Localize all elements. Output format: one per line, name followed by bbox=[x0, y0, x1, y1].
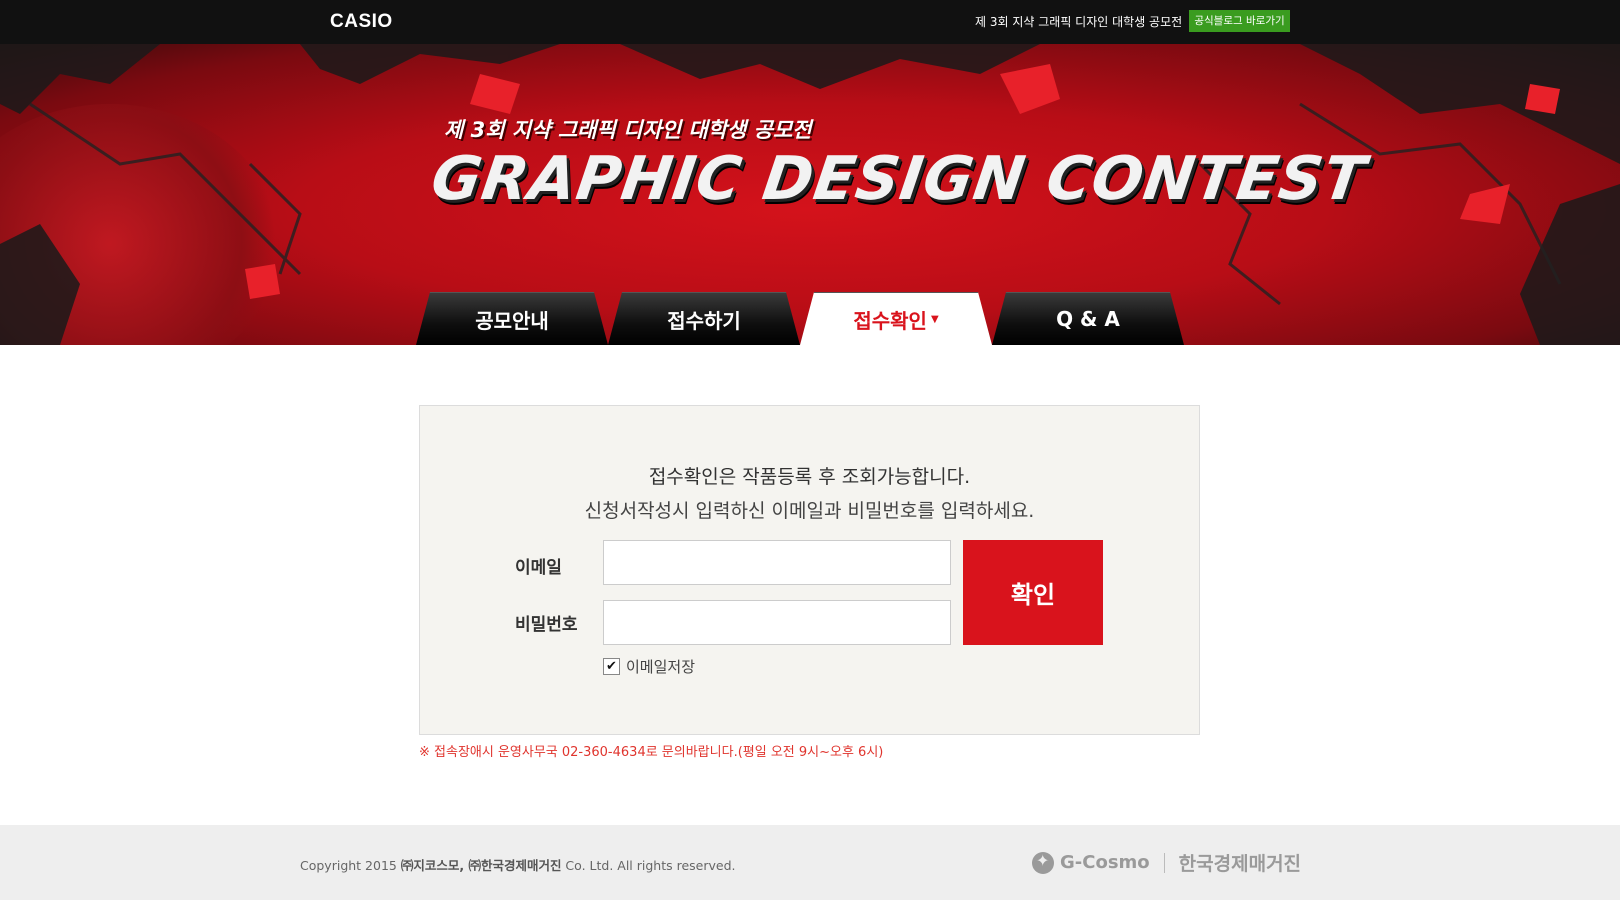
contest-title: 제 3회 지샥 그래픽 디자인 대학생 공모전 bbox=[975, 15, 1183, 29]
contact-notice: ※ 접속장애시 운영사무국 02-360-4634로 문의바랍니다.(평일 오전… bbox=[419, 745, 884, 760]
footer-divider bbox=[1163, 852, 1165, 873]
hero-title: GRAPHIC DESIGN CONTEST bbox=[427, 144, 1371, 214]
confirm-button[interactable]: 확인 bbox=[963, 540, 1103, 645]
tab-check-application[interactable]: 접수확인 ▼ bbox=[800, 292, 992, 345]
remember-email[interactable]: ✔ 이메일저장 bbox=[603, 656, 695, 677]
tab-qna[interactable]: Q & A bbox=[992, 292, 1184, 345]
caret-down-icon: ▼ bbox=[930, 313, 939, 325]
password-field[interactable] bbox=[603, 600, 951, 645]
hankyung-magazine-logo[interactable]: 한국경제매거진 bbox=[1179, 849, 1301, 876]
remember-email-label: 이메일저장 bbox=[626, 658, 696, 676]
casio-logo[interactable]: CASIO bbox=[330, 11, 393, 33]
checkmark-icon: ✔ bbox=[606, 659, 617, 674]
check-application-form: 접수확인은 작품등록 후 조회가능합니다. 신청서작성시 입력하신 이메일과 비… bbox=[419, 405, 1200, 735]
top-bar: CASIO 제 3회 지샥 그래픽 디자인 대학생 공모전 공식블로그 바로가기 bbox=[0, 0, 1620, 44]
email-field[interactable] bbox=[603, 540, 951, 585]
form-message-2: 신청서작성시 입력하신 이메일과 비밀번호를 입력하세요. bbox=[584, 500, 1035, 522]
gcosmo-icon bbox=[1032, 851, 1054, 874]
main-nav-tabs: 공모안내 접수하기 접수확인 ▼ Q & A bbox=[416, 292, 1184, 345]
remember-email-checkbox[interactable]: ✔ bbox=[603, 658, 620, 675]
copyright-text: Copyright 2015 ㈜지코스모, ㈜한국경제매거진 Co. Ltd. … bbox=[300, 858, 736, 873]
email-label: 이메일 bbox=[515, 558, 562, 578]
form-message-1: 접수확인은 작품등록 후 조회가능합니다. bbox=[648, 466, 971, 488]
hero-decoration bbox=[0, 104, 280, 345]
footer: Copyright 2015 ㈜지코스모, ㈜한국경제매거진 Co. Ltd. … bbox=[0, 825, 1620, 900]
gcosmo-logo[interactable]: G-Cosmo bbox=[1032, 851, 1150, 874]
tab-apply[interactable]: 접수하기 bbox=[608, 292, 800, 345]
hero-subtitle: 제 3회 지샥 그래픽 디자인 대학생 공모전 bbox=[444, 118, 812, 142]
tab-contest-info[interactable]: 공모안내 bbox=[416, 292, 608, 345]
password-label: 비밀번호 bbox=[515, 615, 578, 635]
official-blog-button[interactable]: 공식블로그 바로가기 bbox=[1189, 10, 1290, 32]
footer-logos: G-Cosmo 한국경제매거진 bbox=[1032, 849, 1301, 876]
